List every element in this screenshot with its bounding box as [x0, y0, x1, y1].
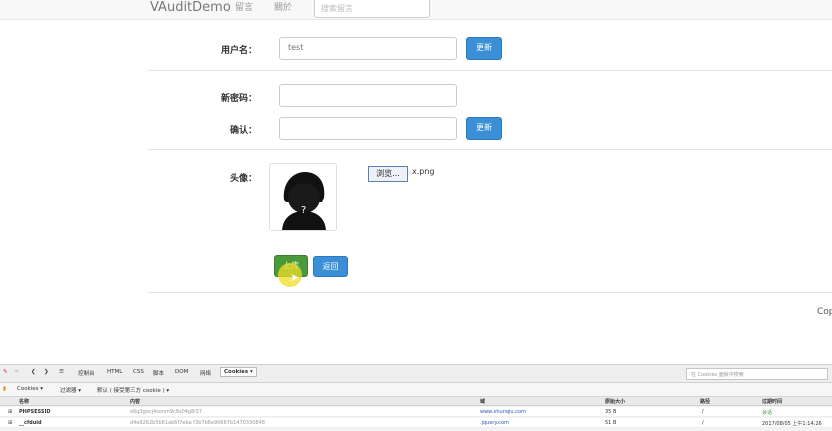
new-password-field[interactable] — [279, 84, 457, 107]
cookies-table-header: 名称 内容 域 原始大小 路径 过期时间 — [0, 397, 832, 406]
table-row[interactable]: ⊞ PHPSESSID o6q3gocj4sonm9c8s04g8i37 www… — [0, 407, 832, 417]
cookie-expires: 会话 — [762, 410, 773, 416]
forward-arrow-icon[interactable]: ❯ — [44, 369, 49, 375]
tab-html[interactable]: HTML — [107, 369, 122, 375]
update-username-button[interactable]: 更新 — [466, 37, 502, 60]
tab-network[interactable]: 网络 — [200, 369, 211, 377]
col-expires[interactable]: 过期时间 — [762, 398, 782, 405]
new-password-label: 新密码： — [220, 94, 257, 104]
cookie-content: d4e9262b5b61ab6f7eba f3b7b6e90667b147033… — [130, 420, 265, 426]
cookie-content: o6q3gocj4sonm9c8s04g8i37 — [130, 409, 203, 415]
third-party-cookie-menu[interactable]: 默认 ( 接受第三方 cookie ) ▾ — [97, 386, 169, 394]
navbar: VAuditDemo 留言 關於 搜索留言 — [0, 0, 832, 20]
firebug-panel: ✎ ☜ ❮ ❯ ☰ 控制台 HTML CSS 脚本 DOM 网络 Cookies… — [0, 364, 832, 431]
back-button[interactable]: 返回 — [313, 256, 348, 277]
col-name[interactable]: 名称 — [19, 398, 29, 405]
svg-text:?: ? — [301, 205, 306, 216]
nav-link-messages[interactable]: 留言 — [235, 1, 253, 15]
cookie-domain: .jquery.com — [480, 420, 509, 426]
brand-logo[interactable]: VAuditDemo — [150, 0, 231, 16]
col-size[interactable]: 原始大小 — [605, 398, 625, 405]
footer-copyright: Cop — [817, 307, 832, 317]
list-icon[interactable]: ☰ — [59, 369, 64, 375]
cookie-name: __cfduid — [19, 420, 42, 426]
search-input[interactable]: 搜索留言 — [314, 0, 430, 18]
username-field[interactable]: test — [279, 37, 457, 60]
firebug-bug-icon[interactable]: ✎ — [3, 369, 8, 375]
cookies-subtoolbar: ▮ Cookies ▾ 过滤器 ▾ 默认 ( 接受第三方 cookie ) ▾ — [0, 383, 832, 397]
expand-icon[interactable]: ⊞ — [8, 420, 12, 426]
inspect-icon[interactable]: ☜ — [14, 369, 19, 375]
table-row[interactable]: ⊞ __cfduid d4e9262b5b61ab6f7eba f3b7b6e9… — [0, 418, 832, 428]
cookie-domain: www.xhunqiu.com — [480, 409, 526, 415]
cookie-name: PHPSESSID — [19, 409, 51, 415]
col-content[interactable]: 内容 — [130, 398, 140, 405]
selected-file-name: x.png — [412, 167, 435, 176]
tab-script[interactable]: 脚本 — [153, 369, 164, 377]
cookie-search-input[interactable]: 在 Cookies 面板中搜索 — [686, 368, 828, 380]
page: VAuditDemo 留言 關於 搜索留言 用户名： test 更新 新密码： … — [0, 0, 832, 431]
browse-button[interactable]: 浏览... — [368, 166, 408, 182]
divider — [148, 292, 832, 293]
col-path[interactable]: 路径 — [700, 398, 710, 405]
cookies-menu[interactable]: Cookies ▾ — [17, 386, 43, 392]
cookie-size: 51 B — [605, 420, 617, 426]
cookie-expires: 2017/08/05 上午1:14:26 — [762, 421, 822, 427]
mouse-pointer-icon: ➤ — [290, 271, 300, 284]
username-label: 用户名： — [220, 46, 257, 56]
nav-link-about[interactable]: 關於 — [274, 1, 292, 15]
avatar-label: 头像： — [229, 174, 257, 184]
tab-console[interactable]: 控制台 — [78, 369, 95, 377]
tab-css[interactable]: CSS — [133, 369, 144, 375]
cookie-size: 35 B — [605, 409, 617, 415]
divider — [148, 70, 832, 71]
back-arrow-icon[interactable]: ❮ — [31, 369, 36, 375]
avatar-image: ? — [269, 163, 337, 231]
default-avatar-icon: ? — [270, 164, 336, 230]
col-domain[interactable]: 域 — [480, 398, 485, 405]
divider — [148, 149, 832, 150]
cookie-icon: ▮ — [3, 386, 7, 392]
expand-icon[interactable]: ⊞ — [8, 409, 12, 415]
update-password-button[interactable]: 更新 — [466, 117, 502, 140]
confirm-password-field[interactable] — [279, 117, 457, 140]
devtools-toolbar: ✎ ☜ ❮ ❯ ☰ 控制台 HTML CSS 脚本 DOM 网络 Cookies… — [0, 365, 832, 383]
cookie-path: / — [702, 420, 704, 426]
cookie-path: / — [702, 409, 704, 415]
tab-dom[interactable]: DOM — [175, 369, 188, 375]
tab-cookies[interactable]: Cookies ▾ — [220, 367, 257, 377]
filter-menu[interactable]: 过滤器 ▾ — [60, 386, 81, 394]
confirm-password-label: 确认： — [229, 126, 257, 136]
